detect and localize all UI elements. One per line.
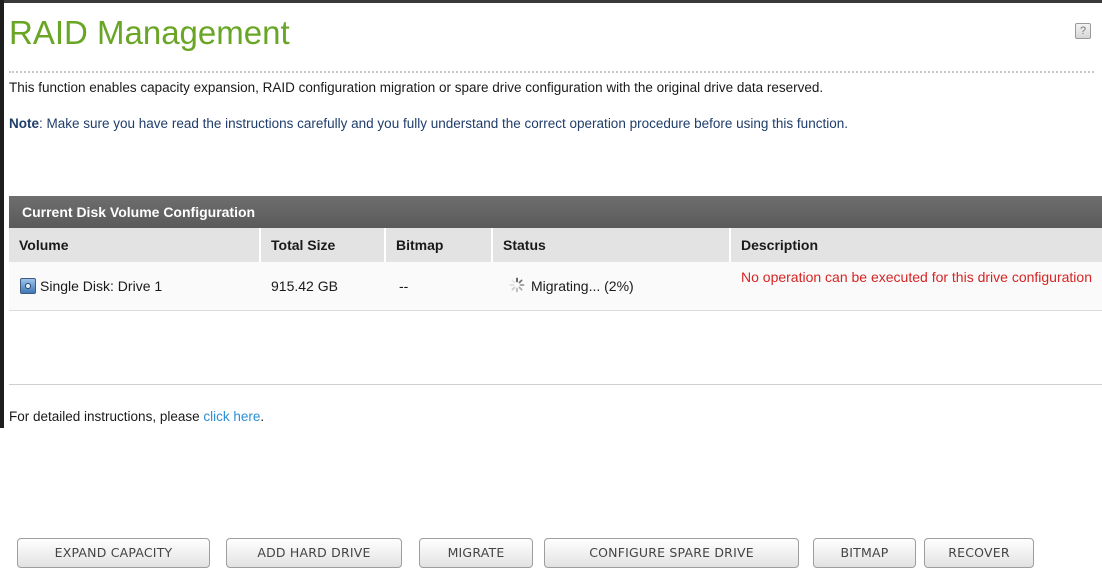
title-divider [9, 71, 1094, 73]
footer-instructions: For detailed instructions, please click … [9, 409, 264, 424]
table-row[interactable]: Single Disk: Drive 1 915.42 GB -- Migrat… [9, 262, 1102, 311]
expand-capacity-button[interactable]: EXPAND CAPACITY [17, 538, 210, 568]
configure-spare-drive-button[interactable]: CONFIGURE SPARE DRIVE [544, 538, 799, 568]
column-header-total-size: Total Size [271, 237, 336, 253]
note-body: : Make sure you have read the instructio… [39, 116, 848, 131]
status-cell: Migrating... (2%) [493, 262, 729, 310]
migrate-button[interactable]: MIGRATE [419, 538, 533, 568]
click-here-link[interactable]: click here [203, 409, 260, 424]
column-header-bitmap: Bitmap [396, 237, 444, 253]
bitmap-cell: -- [399, 278, 409, 294]
volume-name: Single Disk: Drive 1 [40, 278, 163, 294]
description-cell: No operation can be executed for this dr… [741, 269, 1092, 285]
function-description: This function enables capacity expansion… [9, 80, 824, 95]
disk-volume-panel: Current Disk Volume Configuration Volume… [9, 196, 1102, 568]
total-size-cell: 915.42 GB [271, 278, 338, 294]
footer-end: . [260, 409, 265, 424]
column-header-description: Description [741, 237, 819, 253]
recover-button[interactable]: RECOVER [924, 538, 1034, 568]
page-title: RAID Management [9, 14, 290, 51]
status-text: Migrating... (2%) [531, 278, 634, 294]
note-text: Note: Make sure you have read the instru… [9, 115, 1084, 133]
column-header-status: Status [503, 237, 546, 253]
add-hard-drive-button[interactable]: ADD HARD DRIVE [226, 538, 402, 568]
disk-volume-icon [20, 277, 36, 294]
help-icon[interactable]: ? [1075, 23, 1091, 39]
column-header-volume: Volume [19, 237, 69, 253]
footer-text: For detailed instructions, please [9, 409, 204, 424]
loading-spinner-icon [509, 277, 525, 293]
window-top-border [0, 0, 1102, 3]
bitmap-button[interactable]: BITMAP [813, 538, 916, 568]
column-header-row: Volume Total Size Bitmap Status Descript… [9, 228, 1102, 263]
note-label: Note [9, 116, 39, 131]
window-left-border [0, 0, 4, 428]
volume-cell: Single Disk: Drive 1 [9, 262, 259, 310]
panel-header: Current Disk Volume Configuration [9, 196, 1102, 228]
